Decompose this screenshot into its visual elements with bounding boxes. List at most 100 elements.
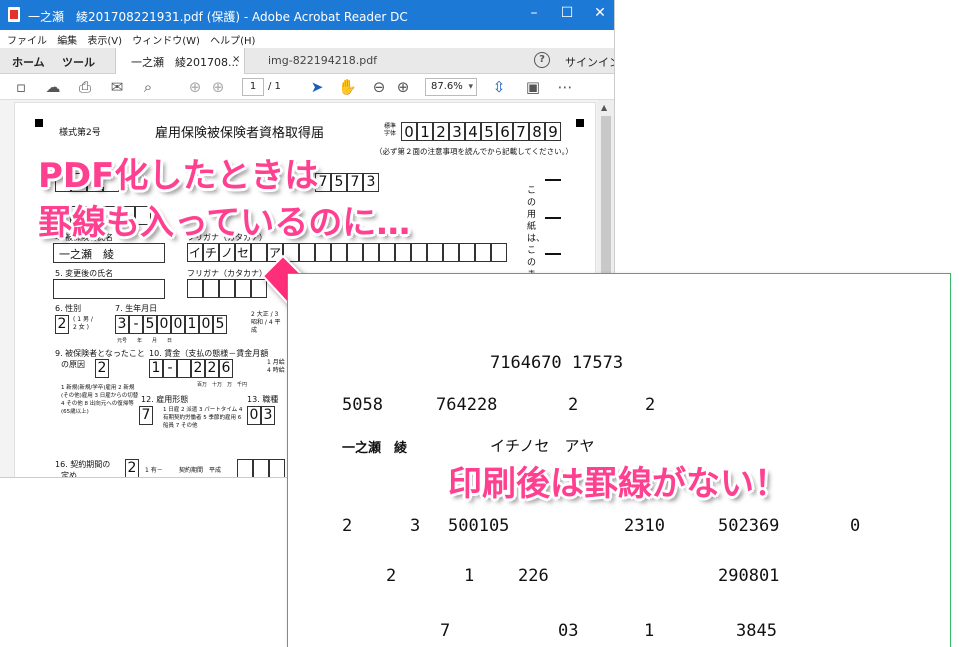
label-cause-2: の原因 — [61, 360, 85, 369]
registration-mark — [576, 119, 584, 127]
pdf-file-icon — [8, 7, 20, 22]
title-bar: 一之瀬 綾201708221931.pdf (保護) - Adobe Acrob… — [0, 0, 614, 30]
page-total: / 1 — [268, 81, 281, 92]
save-icon[interactable]: ▫ — [12, 78, 30, 96]
select-cursor-icon[interactable]: ➤ — [308, 78, 326, 96]
annotation-top-line2: 罫線も入っているのに… — [38, 203, 411, 243]
wage-units: 百万 十万 万 千円 — [197, 382, 248, 388]
standard-digits: 0 1 2 3 4 5 6 7 8 9 — [401, 122, 561, 141]
cause-box: 2 — [95, 359, 109, 378]
printed-value: 2310 — [624, 516, 665, 536]
tab-close-icon[interactable]: × — [232, 54, 240, 65]
email-icon[interactable]: ✉ — [108, 78, 126, 96]
zoom-out-icon[interactable]: ⊖ — [370, 78, 388, 96]
label-employment: 12. 雇用形態 — [141, 395, 189, 404]
zoom-in-icon[interactable]: ⊕ — [394, 78, 412, 96]
tab-doc1-label[interactable]: 一之瀬 綾201708... — [131, 54, 238, 70]
scroll-up-icon[interactable]: ▲ — [601, 103, 607, 112]
label-sex: 6. 性別 — [55, 304, 82, 313]
hand-tool-icon[interactable]: ✋ — [338, 78, 357, 96]
label-cause: 9. 被保険者となったこと — [55, 349, 145, 358]
printed-value: 290801 — [718, 566, 780, 586]
contract-box: 2 — [125, 459, 139, 477]
sex-box: 2 — [55, 315, 69, 334]
signin-link[interactable]: サインイン — [565, 54, 614, 70]
zoom-select[interactable]: 87.6% — [425, 78, 477, 96]
menu-window[interactable]: ウィンドウ(W) — [132, 32, 200, 47]
cloud-upload-icon[interactable]: ☁ — [44, 78, 62, 96]
tab-tools[interactable]: ツール — [62, 54, 95, 70]
more-tools-icon[interactable]: ⋯ — [556, 78, 574, 96]
printed-value: 226 — [518, 566, 549, 586]
insured-name: 一之瀬 綾 — [59, 248, 114, 261]
printed-value: 0 — [850, 516, 861, 536]
label-changed-name: 5. 変更後の氏名 — [55, 269, 114, 278]
wage-boxes: 1 - 2 2 6 — [149, 359, 233, 378]
contract-period-boxes — [237, 459, 285, 477]
page-number-input[interactable]: 1 — [242, 78, 264, 96]
menu-bar: ファイル 編集 表示(V) ウィンドウ(W) ヘルプ(H) — [0, 30, 614, 48]
printed-value: 2 — [645, 395, 656, 415]
rotate-icon[interactable]: ▣ — [524, 78, 542, 96]
side-mark — [545, 217, 561, 219]
close-icon[interactable]: ✕ — [590, 5, 610, 21]
printed-name: 一之瀬 綾 — [342, 441, 408, 456]
minimize-icon[interactable]: – — [524, 5, 544, 21]
cause-options: 1 新規(新規/学卒)雇用 2 新規(その他)雇用 3 日雇からの切替 4 その… — [61, 385, 139, 415]
label-birthdate: 7. 生年月日 — [115, 304, 158, 313]
printed-value: 502369 — [718, 516, 780, 536]
standard-font-label: 標準字体 — [384, 123, 397, 137]
birthdate-boxes: 3 - 5 0 0 1 0 5 — [115, 315, 227, 334]
employment-options: 1 日雇 2 派遣 3 パートタイム 4 有期契約労働者 5 季節的雇用 6 船… — [163, 407, 243, 429]
help-icon[interactable]: ? — [534, 52, 550, 68]
insured-number-tail: 7 5 7 3 — [315, 173, 379, 192]
annotation-bottom: 印刷後は罫線がない！ — [448, 464, 788, 504]
printed-value: 1 — [464, 566, 475, 586]
menu-view[interactable]: 表示(V) — [87, 32, 122, 47]
label-job: 13. 職種 — [247, 395, 279, 404]
form-title: 雇用保険被保険者資格取得届 — [155, 126, 325, 141]
next-page-icon[interactable]: ⊕ — [209, 78, 227, 96]
printed-value: 03 — [558, 621, 579, 641]
menu-help[interactable]: ヘルプ(H) — [210, 32, 255, 47]
menu-edit[interactable]: 編集 — [57, 32, 77, 47]
printed-value: 2 — [342, 516, 353, 536]
printed-kana: イチノセ アヤ — [490, 437, 595, 455]
label-contract-2: 定め — [61, 471, 77, 478]
printed-value: 3 — [410, 516, 421, 536]
changed-name-box — [53, 279, 165, 299]
printed-value: 7 — [440, 621, 451, 641]
birth-units: 元号 年 月 日 — [117, 338, 173, 344]
printed-value: 500105 — [448, 516, 510, 536]
employment-box: 7 — [139, 406, 153, 425]
printed-value: 2 — [568, 395, 579, 415]
fit-page-icon[interactable]: ⇳ — [490, 78, 508, 96]
form-note: （必ず第２面の注意事項を読んでから記載してください。） — [375, 147, 573, 156]
printed-value: 1 — [644, 621, 655, 641]
print-icon[interactable]: ⎙ — [76, 78, 94, 96]
menu-file[interactable]: ファイル — [7, 32, 47, 47]
annotation-top-line1: PDF化したときは — [38, 156, 319, 196]
job-boxes: 0 3 — [247, 406, 275, 425]
maximize-icon[interactable]: ☐ — [557, 5, 577, 21]
printed-value: 764228 — [436, 395, 498, 415]
contract-period-label: 契約期間 平成 — [179, 467, 222, 474]
label-wage: 10. 賃金（支払の態様－賃金月額 — [149, 349, 269, 358]
tab-home[interactable]: ホーム — [12, 54, 45, 70]
form-number: 様式第2号 — [59, 128, 101, 138]
registration-mark — [35, 119, 43, 127]
side-mark — [545, 179, 561, 181]
search-icon[interactable]: ⌕ — [139, 78, 157, 96]
printed-row1: 7164670 17573 — [490, 353, 624, 373]
printed-value: 2 — [386, 566, 397, 586]
printed-value: 5058 — [342, 395, 383, 415]
toolbar: ▫ ☁ ⎙ ✉ ⌕ ⊕ ⊕ 1 / 1 ➤ ✋ ⊖ ⊕ 87.6% ⇳ ▣ ⋯ — [0, 74, 614, 100]
prev-page-icon[interactable]: ⊕ — [186, 78, 204, 96]
window-title: 一之瀬 綾201708221931.pdf (保護) - Adobe Acrob… — [28, 10, 408, 24]
side-mark — [545, 253, 561, 255]
printed-value: 3845 — [736, 621, 777, 641]
tab-bar: ホーム ツール 一之瀬 綾201708... × img-822194218.p… — [0, 48, 614, 74]
tab-doc2[interactable]: img-822194218.pdf — [268, 54, 377, 67]
sex-options: ( 1 男 / 2 女 ) — [73, 316, 93, 331]
contract-options: 1 有－ — [145, 467, 163, 474]
